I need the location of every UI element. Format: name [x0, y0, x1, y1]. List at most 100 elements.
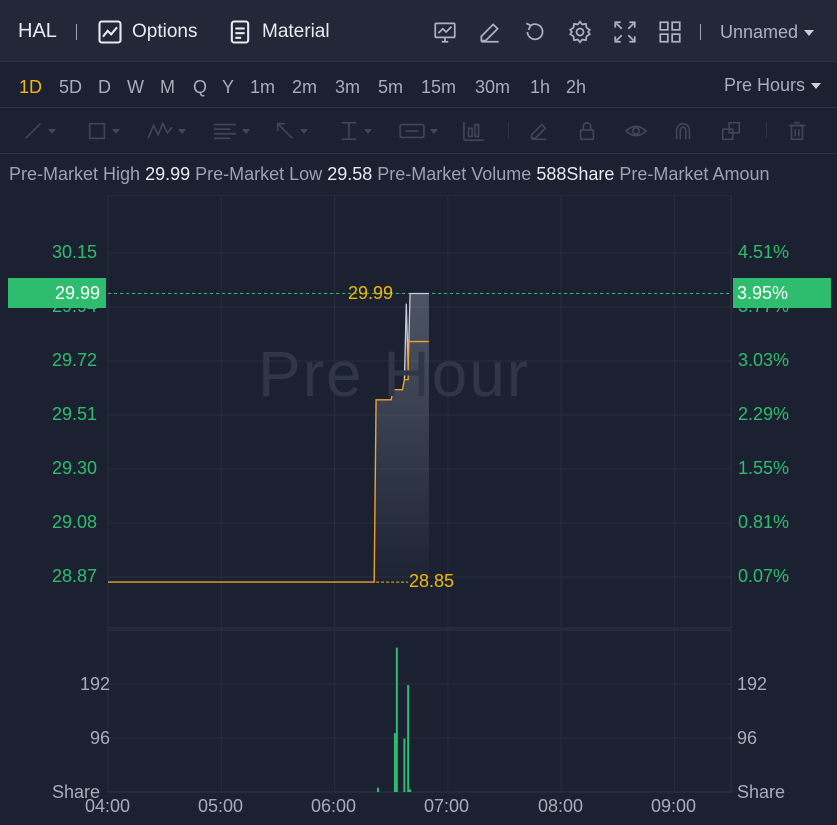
volume-axis-tick-right: 192 [737, 674, 768, 694]
pre-market-high-label: Pre-Market High [9, 164, 141, 184]
interval-y[interactable]: Y [222, 77, 234, 98]
toolbar-divider [76, 24, 77, 40]
chevron-down-icon [300, 128, 308, 134]
low-price-annotation: 28.85 [409, 571, 455, 591]
interval-1h[interactable]: 1h [530, 77, 550, 98]
ticker-symbol[interactable]: HAL [18, 20, 57, 43]
document-icon [230, 20, 250, 44]
edit-icon[interactable] [477, 19, 503, 45]
price-axis-tick: 28.87 [52, 566, 98, 586]
high-price-annotation: 29.99 [348, 283, 394, 303]
session-selector[interactable]: Pre Hours [724, 75, 821, 96]
drawing-toolbar [0, 108, 837, 154]
text-tool[interactable] [398, 120, 438, 142]
material-label: Material [262, 21, 330, 42]
toolbar-divider [508, 122, 509, 138]
delete-tool[interactable] [786, 120, 808, 142]
interval-2h[interactable]: 2h [566, 77, 586, 98]
interval-1d[interactable]: 1D [19, 77, 42, 98]
toolbar-divider [700, 24, 701, 40]
chevron-down-icon [430, 128, 438, 134]
price-axis-tick: 30.15 [52, 242, 98, 262]
volume-axis-tick-right: 96 [737, 728, 758, 748]
pre-market-volume-value: 588Share [536, 164, 615, 184]
interval-30m[interactable]: 30m [475, 77, 510, 98]
volume-bar [407, 685, 410, 792]
volume-bar [376, 787, 379, 792]
trend-line-icon [25, 123, 41, 139]
price-chart[interactable]: Pre Hour 30.15 29.94 29.72 29.51 29.30 2… [0, 195, 837, 825]
layout-name: Unnamed [720, 22, 799, 42]
brush-tool[interactable] [528, 120, 550, 142]
duplicate-tool[interactable] [720, 120, 742, 142]
indicator-tool[interactable] [462, 120, 486, 142]
brush-icon [530, 123, 547, 141]
interval-15m[interactable]: 15m [421, 77, 456, 98]
interval-3m[interactable]: 3m [335, 77, 360, 98]
measure-tool[interactable] [338, 120, 372, 142]
interval-5d[interactable]: 5D [59, 77, 82, 98]
current-percent-tag: 3.95% [733, 278, 831, 308]
percent-axis-tick: 1.55% [738, 458, 790, 478]
time-axis-tick: 08:00 [538, 796, 584, 816]
magnet-tool[interactable] [672, 120, 694, 142]
percent-axis-tick: 3.03% [738, 350, 790, 370]
lock-icon [579, 121, 595, 141]
volume-axis-unit-right: Share [737, 782, 786, 802]
pre-market-low-value: 29.58 [327, 164, 373, 184]
price-axis-tick: 29.30 [52, 458, 98, 478]
time-axis-tick: 09:00 [651, 796, 697, 816]
options-button[interactable]: Options [96, 18, 197, 46]
layout-selector[interactable]: Unnamed [720, 22, 815, 43]
pre-market-amount-label: Pre-Market Amoun [619, 164, 770, 184]
fib-tool[interactable] [212, 120, 250, 142]
interval-5m[interactable]: 5m [378, 77, 403, 98]
interval-1m[interactable]: 1m [250, 77, 275, 98]
pattern-tool[interactable] [146, 120, 186, 142]
material-button[interactable]: Material [226, 18, 330, 46]
chevron-down-icon [242, 128, 250, 134]
interval-d[interactable]: D [98, 77, 111, 98]
visibility-tool[interactable] [624, 120, 648, 142]
arrow-tool[interactable] [274, 120, 308, 142]
chevron-down-icon [364, 128, 372, 134]
chart-canvas[interactable] [0, 195, 837, 825]
percent-axis-tick: 4.51% [738, 242, 790, 262]
volume-bar [393, 733, 396, 792]
lock-tool[interactable] [576, 120, 598, 142]
session-label: Pre Hours [723, 75, 805, 95]
volume-axis-tick: 192 [80, 674, 111, 694]
interval-m[interactable]: M [160, 77, 175, 98]
text-label-icon [399, 123, 425, 139]
time-axis-tick: 07:00 [424, 796, 470, 816]
volume-bar [395, 647, 398, 792]
interval-q[interactable]: Q [193, 77, 207, 98]
percent-axis-tick: 0.81% [738, 512, 790, 532]
settings-icon[interactable] [567, 19, 593, 45]
candles-icon [463, 121, 485, 141]
volume-axis-tick: 96 [90, 728, 111, 748]
duplicate-icon [721, 121, 741, 141]
chevron-down-icon [112, 128, 120, 134]
top-toolbar: HAL Options Material Unnamed [0, 0, 837, 62]
options-chart-icon [98, 20, 122, 44]
chart-icon[interactable] [432, 19, 458, 45]
premarket-stats-bar: Pre-Market High 29.99 Pre-Market Low 29.… [0, 155, 837, 195]
grid-layout-icon[interactable] [657, 19, 683, 45]
arrow-icon [276, 122, 293, 139]
interval-w[interactable]: W [127, 77, 144, 98]
interval-2m[interactable]: 2m [292, 77, 317, 98]
percent-axis-tick: 0.07% [738, 566, 790, 586]
current-price-tag: 29.99 [8, 278, 106, 308]
zigzag-icon [147, 121, 173, 139]
time-axis-tick: 05:00 [198, 796, 244, 816]
measure-icon [341, 121, 357, 141]
refresh-icon[interactable] [522, 19, 548, 45]
chart-watermark: Pre Hour [258, 338, 531, 410]
chevron-down-icon [804, 29, 815, 36]
fullscreen-icon[interactable] [612, 19, 638, 45]
rectangle-tool[interactable] [86, 120, 120, 142]
eye-icon [624, 125, 648, 137]
options-label: Options [132, 21, 198, 42]
trend-line-tool[interactable] [22, 120, 56, 142]
